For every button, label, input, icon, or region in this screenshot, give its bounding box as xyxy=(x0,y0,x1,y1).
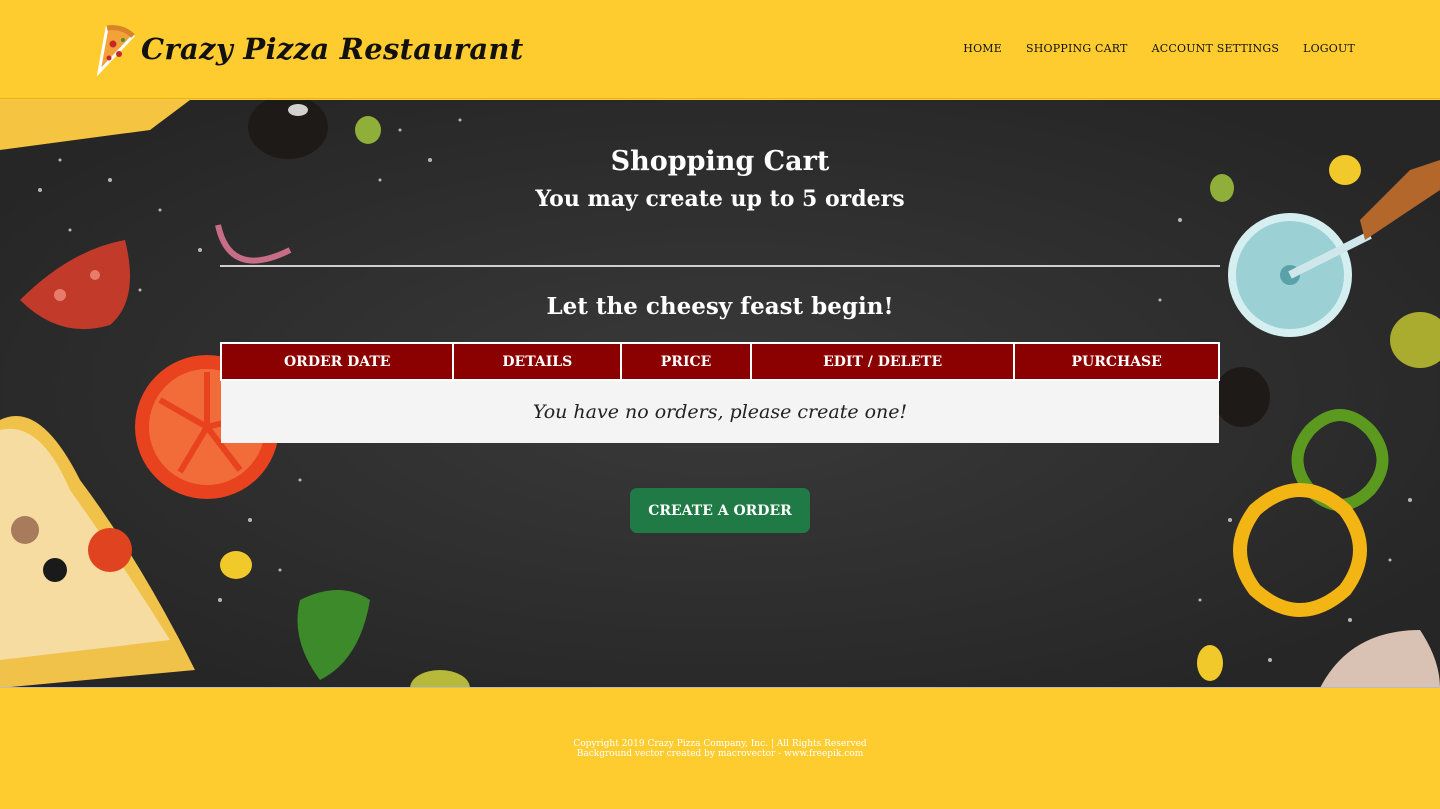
nav-account-settings[interactable]: ACCOUNT SETTINGS xyxy=(1152,42,1279,55)
empty-orders-message: You have no orders, please create one! xyxy=(221,380,1219,443)
table-header-row: ORDER DATE DETAILS PRICE EDIT / DELETE P… xyxy=(219,342,1220,381)
site-header: Crazy Pizza Restaurant HOME SHOPPING CAR… xyxy=(0,0,1440,99)
footer-copyright: Copyright 2019 Crazy Pizza Company, Inc.… xyxy=(0,739,1440,759)
col-details: DETAILS xyxy=(452,342,623,381)
col-edit-delete: EDIT / DELETE xyxy=(749,342,1016,381)
site-footer: Copyright 2019 Crazy Pizza Company, Inc.… xyxy=(0,689,1440,809)
order-limit-note: You may create up to 5 orders xyxy=(535,186,905,212)
brand-name: Crazy Pizza Restaurant xyxy=(141,32,524,66)
pizza-slice-icon xyxy=(96,25,136,76)
table-row: You have no orders, please create one! xyxy=(221,380,1219,443)
background-credit: Background vector created by macrovector… xyxy=(576,749,864,759)
nav-shopping-cart[interactable]: SHOPPING CART xyxy=(1026,42,1128,55)
nav-logout[interactable]: LOGOUT xyxy=(1303,42,1355,55)
main-nav: HOME SHOPPING CART ACCOUNT SETTINGS LOGO… xyxy=(963,42,1355,55)
nav-home[interactable]: HOME xyxy=(963,42,1002,55)
brand-logo[interactable]: Crazy Pizza Restaurant xyxy=(93,22,524,76)
tagline: Let the cheesy feast begin! xyxy=(546,293,894,320)
section-divider xyxy=(220,265,1220,267)
page-title: Shopping Cart xyxy=(610,146,830,177)
copyright-text: Copyright 2019 Crazy Pizza Company, Inc.… xyxy=(573,739,867,749)
col-order-date: ORDER DATE xyxy=(219,342,455,381)
col-purchase: PURCHASE xyxy=(1013,342,1220,381)
orders-table: ORDER DATE DETAILS PRICE EDIT / DELETE P… xyxy=(219,342,1220,443)
cart-section: Shopping Cart You may create up to 5 ord… xyxy=(0,100,1440,688)
create-order-button[interactable]: CREATE A ORDER xyxy=(630,488,810,533)
col-price: PRICE xyxy=(620,342,752,381)
